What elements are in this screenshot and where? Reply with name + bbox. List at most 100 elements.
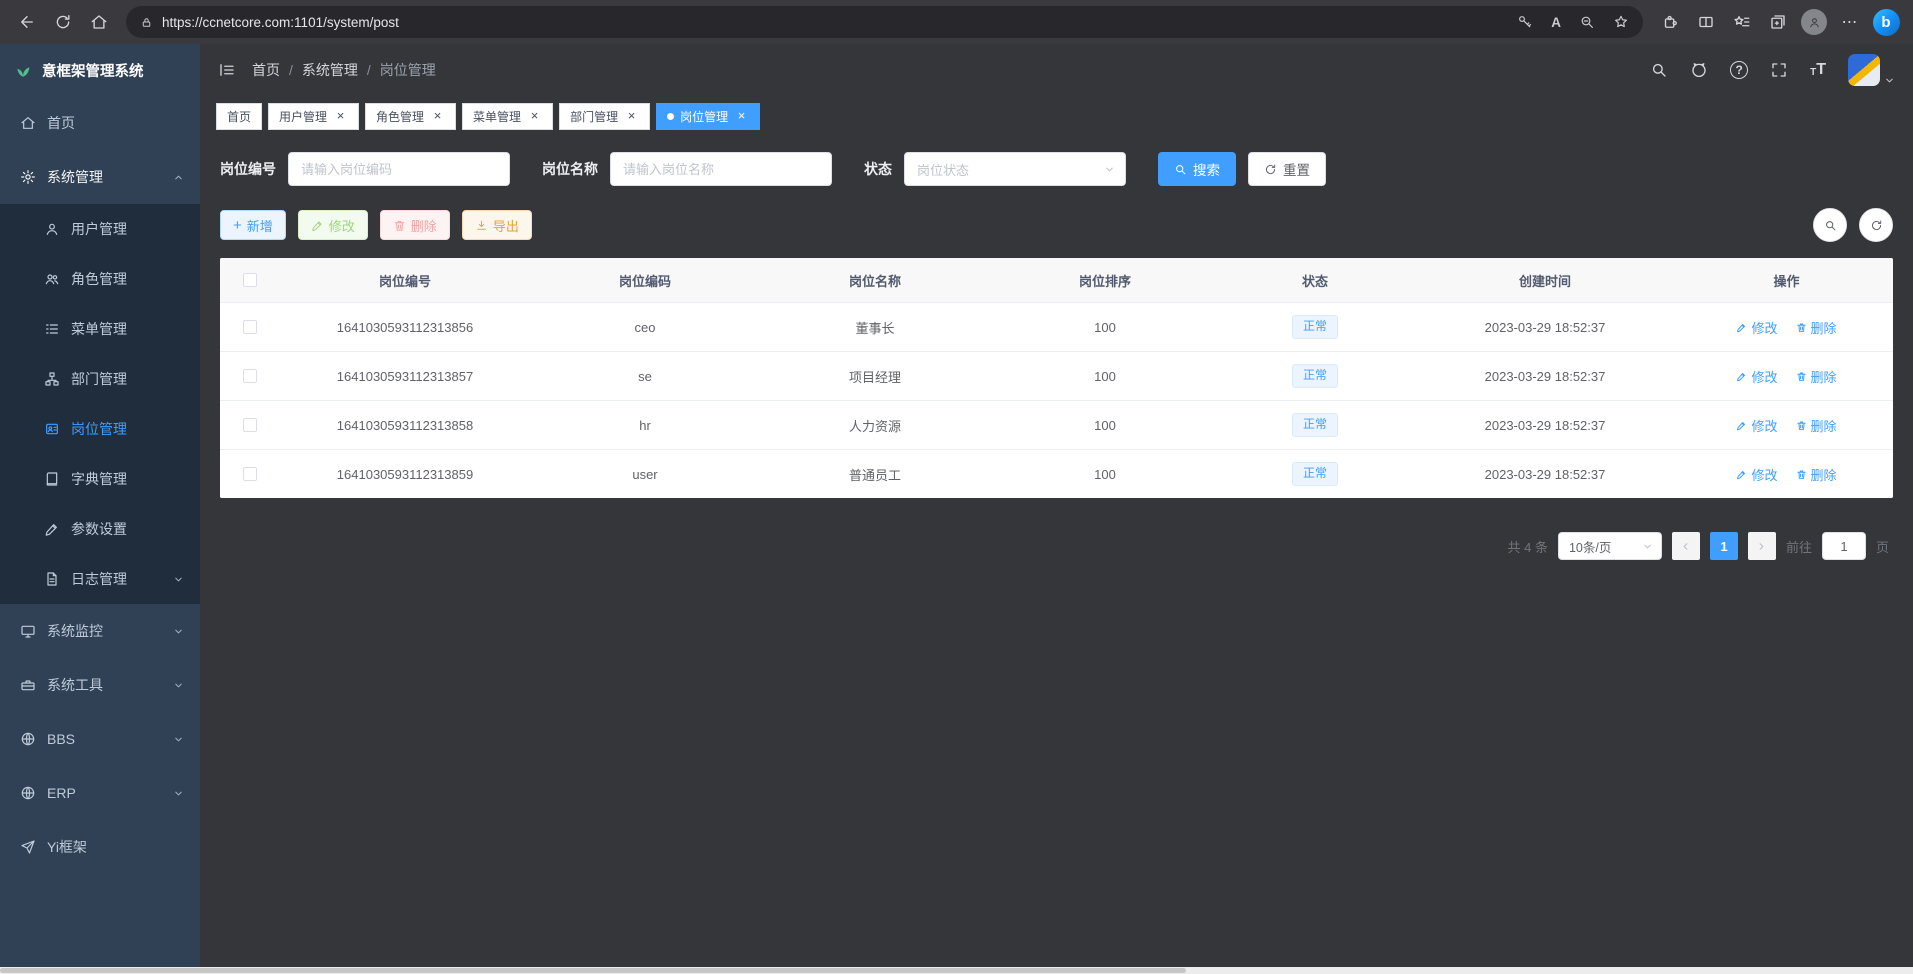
sidebar-item-param-settings[interactable]: 参数设置 (0, 504, 200, 554)
created-time-cell: 2023-03-29 18:52:37 (1410, 467, 1680, 482)
tab-user-mgmt[interactable]: 用户管理 × (268, 103, 359, 130)
org-tree-icon (44, 371, 60, 387)
collections-button[interactable] (1761, 5, 1795, 39)
tab-dept-mgmt[interactable]: 部门管理 × (559, 103, 650, 130)
delete-button[interactable]: 删除 (380, 210, 450, 240)
sidebar-item-dict-mgmt[interactable]: 字典管理 (0, 454, 200, 504)
tab-menu-mgmt[interactable]: 菜单管理 × (462, 103, 553, 130)
search-icon[interactable] (1650, 61, 1668, 79)
user-menu[interactable] (1848, 54, 1895, 86)
current-page-button[interactable]: 1 (1710, 532, 1738, 560)
table-row: 1641030593112313856 ceo 董事长 100 正常 2023-… (220, 302, 1893, 351)
github-icon[interactable] (1690, 61, 1708, 79)
sidebar-item-label: 岗位管理 (71, 419, 127, 439)
post-name-input[interactable] (610, 152, 832, 186)
read-aloud-icon[interactable]: A (1551, 15, 1561, 30)
scrollbar-thumb[interactable] (0, 968, 1186, 973)
tab-home[interactable]: 首页 (216, 103, 262, 130)
row-delete-link[interactable]: 删除 (1796, 367, 1837, 386)
row-edit-link[interactable]: 修改 (1736, 367, 1777, 386)
bing-icon: b (1873, 9, 1900, 36)
help-icon[interactable]: ? (1730, 61, 1748, 79)
breadcrumb-home[interactable]: 首页 (252, 60, 280, 80)
fullscreen-icon[interactable] (1770, 61, 1788, 79)
favorite-star-icon[interactable] (1613, 14, 1629, 30)
close-icon[interactable]: × (430, 109, 445, 124)
url-text[interactable]: https://ccnetcore.com:1101/system/post (162, 15, 1508, 30)
zoom-out-icon[interactable] (1579, 14, 1595, 30)
split-screen-button[interactable] (1689, 5, 1723, 39)
sidebar-item-system-mgmt[interactable]: 系统管理 (0, 150, 200, 204)
browser-settings-button[interactable]: ⋯ (1833, 5, 1867, 39)
hamburger-icon[interactable] (218, 61, 236, 79)
sidebar-item-label: 字典管理 (71, 469, 127, 489)
row-edit-link[interactable]: 修改 (1736, 416, 1777, 435)
close-icon[interactable]: × (624, 109, 639, 124)
row-delete-link[interactable]: 删除 (1796, 416, 1837, 435)
reset-button-label: 重置 (1283, 159, 1310, 179)
horizontal-scrollbar[interactable] (0, 967, 1913, 974)
close-icon[interactable]: × (734, 109, 749, 124)
favorites-button[interactable] (1725, 5, 1759, 39)
saved-password-key-icon[interactable] (1517, 14, 1533, 30)
sidebar-item-role-mgmt[interactable]: 角色管理 (0, 254, 200, 304)
sidebar-item-label: 用户管理 (71, 219, 127, 239)
sidebar-item-system-monitor[interactable]: 系统监控 (0, 604, 200, 658)
sidebar-item-menu-mgmt[interactable]: 菜单管理 (0, 304, 200, 354)
prev-page-button[interactable] (1672, 532, 1700, 560)
next-page-button[interactable] (1748, 532, 1776, 560)
sidebar-item-post-mgmt[interactable]: 岗位管理 (0, 404, 200, 454)
row-edit-link[interactable]: 修改 (1736, 318, 1777, 337)
sidebar-item-label: 参数设置 (71, 519, 127, 539)
address-bar[interactable]: https://ccnetcore.com:1101/system/post A (126, 6, 1643, 38)
sidebar-item-user-mgmt[interactable]: 用户管理 (0, 204, 200, 254)
sidebar-item-log-mgmt[interactable]: 日志管理 (0, 554, 200, 604)
breadcrumb-system-mgmt[interactable]: 系统管理 (302, 60, 358, 80)
status-badge: 正常 (1292, 462, 1338, 486)
reset-button[interactable]: 重置 (1248, 152, 1326, 186)
toggle-search-button[interactable] (1813, 208, 1847, 242)
search-button[interactable]: 搜索 (1158, 152, 1236, 186)
extensions-button[interactable] (1653, 5, 1687, 39)
sidebar-item-system-tools[interactable]: 系统工具 (0, 658, 200, 712)
row-edit-link[interactable]: 修改 (1736, 465, 1777, 484)
status-select[interactable]: 岗位状态 (904, 152, 1126, 186)
select-all-checkbox[interactable] (243, 273, 257, 287)
site-lock-icon[interactable] (140, 16, 153, 29)
export-button[interactable]: 导出 (462, 210, 532, 240)
post-code-input[interactable] (288, 152, 510, 186)
row-checkbox[interactable] (243, 418, 257, 432)
row-checkbox[interactable] (243, 467, 257, 481)
app-logo[interactable]: 意框架管理系统 (0, 44, 200, 96)
created-time-cell: 2023-03-29 18:52:37 (1410, 320, 1680, 335)
goto-page-input[interactable] (1822, 532, 1866, 560)
close-icon[interactable]: × (527, 109, 542, 124)
edit-button[interactable]: 修改 (298, 210, 368, 240)
sidebar-item-yi-framework[interactable]: Yi框架 (0, 820, 200, 874)
browser-refresh-button[interactable] (46, 5, 80, 39)
sidebar-item-label: 系统管理 (47, 167, 103, 187)
bing-chat-button[interactable]: b (1869, 5, 1903, 39)
page-size-select[interactable]: 10条/页 (1558, 532, 1662, 560)
sidebar-item-home[interactable]: 首页 (0, 96, 200, 150)
close-icon[interactable]: × (333, 109, 348, 124)
user-icon (44, 221, 60, 237)
row-checkbox[interactable] (243, 369, 257, 383)
sidebar-item-bbs[interactable]: BBS (0, 712, 200, 766)
row-checkbox[interactable] (243, 320, 257, 334)
data-table: 岗位编号 岗位编码 岗位名称 岗位排序 状态 创建时间 操作 164103059… (220, 258, 1893, 498)
tab-post-mgmt[interactable]: 岗位管理 × (656, 103, 760, 130)
row-delete-link[interactable]: 删除 (1796, 318, 1837, 337)
add-button[interactable]: + 新增 (220, 210, 286, 240)
sidebar-item-erp[interactable]: ERP (0, 766, 200, 820)
font-size-icon[interactable]: TT (1810, 62, 1826, 78)
tab-label: 岗位管理 (680, 108, 728, 125)
browser-back-button[interactable] (10, 5, 44, 39)
tab-role-mgmt[interactable]: 角色管理 × (365, 103, 456, 130)
sidebar-item-dept-mgmt[interactable]: 部门管理 (0, 354, 200, 404)
refresh-table-button[interactable] (1859, 208, 1893, 242)
browser-profile-button[interactable] (1797, 5, 1831, 39)
row-delete-link[interactable]: 删除 (1796, 465, 1837, 484)
delete-button-label: 删除 (411, 216, 437, 235)
browser-home-button[interactable] (82, 5, 116, 39)
